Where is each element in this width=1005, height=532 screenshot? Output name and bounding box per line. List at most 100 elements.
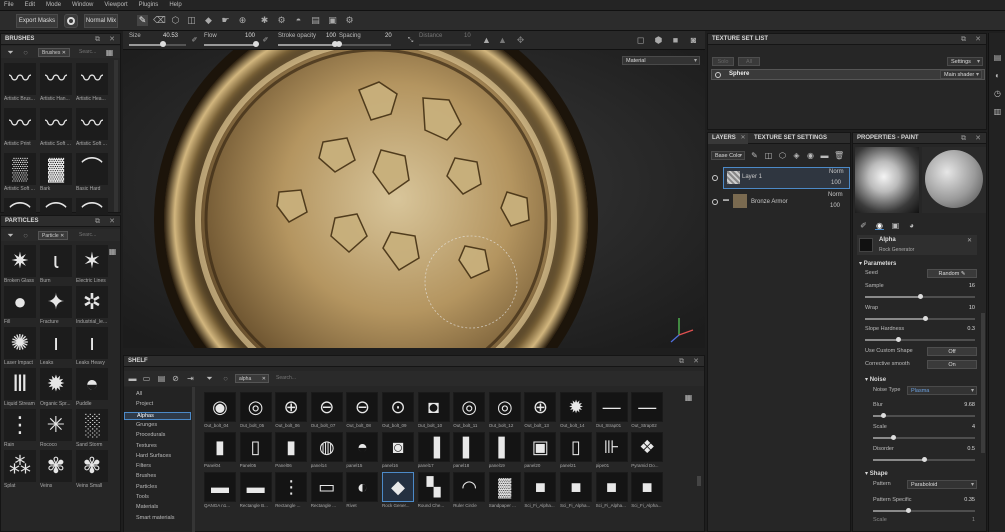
particle-item[interactable]: ı Leaks Heavy (76, 327, 108, 371)
particles-filter-icon[interactable]: ⏷ (6, 231, 15, 240)
shelf-item[interactable]: ▬ QANGA n1... (204, 472, 236, 511)
shelf-item[interactable]: ◠ Ruler Circle (453, 472, 486, 511)
shelf-item[interactable]: ◎ Out_bolt_05 (239, 392, 272, 431)
particle-item[interactable]: ✲ Industrial_le... (76, 286, 108, 330)
particle-item[interactable]: ✹ Organic Spr... (40, 368, 72, 412)
color-picker-icon[interactable]: ✱ (259, 15, 270, 26)
brush-item[interactable]: ▒ Artistic Soft ... (4, 153, 36, 197)
shelf-item[interactable]: ⊕ Out_bolt_13 (524, 392, 557, 431)
particle-item[interactable]: ⁂ Splat (4, 450, 36, 494)
normal-mix-button[interactable]: Normal Mix (84, 14, 118, 28)
flow-pressure-icon[interactable]: ✐ (260, 35, 271, 46)
alpha-tab-icon[interactable]: ◉ (875, 221, 884, 230)
texture-set-shader-select[interactable]: Main shader (940, 70, 982, 79)
brushes-float-icon[interactable]: ⧉ (95, 34, 100, 45)
shelf-category-item[interactable]: Filters (136, 463, 151, 469)
properties-scrollbar[interactable] (981, 313, 985, 453)
export-masks-button[interactable]: Export Masks (16, 14, 58, 28)
shelf-item[interactable]: ◎ Out_bolt_12 (488, 392, 521, 431)
shelf-category-scrollbar[interactable] (192, 387, 195, 532)
layer-row-2[interactable]: ▬ Bronze Armor Norm 100 (723, 191, 850, 213)
all-button[interactable]: All (738, 57, 760, 66)
shelf-item[interactable]: — Out_Strap02 (631, 392, 664, 431)
menu-plugins[interactable]: Plugins (139, 2, 159, 8)
slider-handle[interactable] (917, 294, 923, 299)
shelf-grid-view-icon[interactable]: ▦ (684, 393, 693, 402)
clone-icon[interactable]: ⊕ (237, 15, 248, 26)
particle-item[interactable]: ✦ Fracture (40, 286, 72, 330)
shelf-item[interactable]: ▯ panel21 (560, 432, 592, 471)
blur-slider[interactable] (873, 413, 975, 419)
pattern-specific-slider[interactable] (873, 508, 975, 514)
shelf-float-icon[interactable]: ⧉ (679, 356, 684, 367)
shelf-item[interactable]: ▣ panel20 (524, 432, 557, 471)
stroke-opacity-value[interactable]: 100 (326, 33, 336, 39)
brushes-tag-filter[interactable]: Brushes ✕ (38, 48, 70, 57)
scale-value[interactable]: 4 (953, 424, 975, 430)
brushes-grid-view-icon[interactable]: ▦ (105, 48, 114, 57)
log-dock-icon[interactable]: ▥ (993, 107, 1002, 116)
menu-window[interactable]: Window (72, 2, 93, 8)
slider-handle[interactable] (895, 337, 901, 342)
shelf-item[interactable]: ⊪ pipe01 (595, 432, 628, 471)
layer-2-blend-mode[interactable]: Norm (828, 192, 843, 198)
brush-item[interactable]: 〰 Artistic Brus... (4, 63, 36, 107)
particle-item[interactable]: ✺ Laser Impact (4, 327, 36, 371)
shelf-category-item[interactable]: Project (136, 401, 153, 407)
shelf-category-item[interactable]: Particles (136, 484, 157, 490)
eraser-icon[interactable]: ⌫ (153, 15, 166, 26)
spacing-slider[interactable] (339, 44, 391, 46)
particles-grid-view-icon[interactable]: ▦ (108, 247, 117, 256)
view-2d-icon[interactable]: ◻ (635, 35, 646, 46)
noise-section[interactable]: ▾ Noise (865, 376, 886, 383)
particle-item[interactable]: ✾ Veins (40, 450, 72, 494)
shelf-category-item[interactable]: Brushes (136, 473, 156, 479)
size-slider-handle[interactable] (160, 41, 167, 47)
noise-type-select[interactable]: Plasma (907, 386, 977, 395)
brush-item[interactable]: ⌒ Basic Hard (76, 153, 108, 197)
shelf-item[interactable]: ⊖ Out_bolt_08 (346, 392, 379, 431)
symmetry-x-icon[interactable]: ▲ (481, 35, 492, 46)
sample-value[interactable]: 16 (953, 283, 975, 289)
layer-2-opacity[interactable]: 100 (830, 203, 840, 209)
symmetry-icon[interactable]: ⚙ (276, 15, 287, 26)
slope-hardness-value[interactable]: 0.3 (953, 326, 975, 332)
brushes-clear-filter-icon[interactable]: ○ (21, 48, 30, 57)
add-effect-icon[interactable]: ✎ (750, 151, 759, 160)
shelf-close-icon[interactable]: ✕ (693, 356, 699, 367)
slope-hardness-slider[interactable] (865, 337, 975, 343)
particle-item[interactable]: ◓ Puddle (76, 368, 108, 412)
distance-slider[interactable] (419, 44, 471, 46)
polygon-fill-icon[interactable]: ◆ (203, 15, 214, 26)
display-settings-dock-icon[interactable]: ◐ (993, 71, 1002, 80)
shelf-item[interactable]: ⊖ Out_bolt_07 (310, 392, 343, 431)
disorder-value[interactable]: 0.5 (953, 446, 975, 452)
texture-set-list-dock-icon[interactable]: ▤ (993, 53, 1002, 62)
brush-item[interactable]: ▓ Bark (40, 153, 72, 197)
shelf-item[interactable]: ◆ Rock Gener... (382, 472, 414, 511)
shelf-item[interactable]: ▯ Panel05 (239, 432, 272, 471)
shelf-clear-filter-icon[interactable]: ○ (221, 374, 230, 383)
settings-gear-icon[interactable]: ⚙ (344, 15, 355, 26)
brush-item[interactable]: 〰 Artistic Hea... (76, 63, 108, 107)
slider-handle[interactable] (921, 457, 927, 462)
tab-texture-set-settings[interactable]: TEXTURE SET SETTINGS (754, 133, 827, 144)
shelf-item[interactable]: ■ Sci_Fi_Alpha... (524, 472, 557, 511)
size-value[interactable]: 40.53 (163, 33, 178, 39)
alpha-slot[interactable]: Alpha Rock Generator ✕ (857, 235, 977, 255)
shelf-category-item[interactable]: All (136, 391, 142, 397)
shelf-item[interactable]: ■ Sci_Fi_Alpha... (595, 472, 628, 511)
new-folder-icon[interactable]: ▬ (128, 374, 137, 383)
shape-scale-value[interactable]: 1 (953, 517, 975, 523)
particle-item[interactable]: ✶ Electric Lines (76, 245, 108, 289)
hide-icon[interactable]: ⊘ (171, 374, 180, 383)
menu-edit[interactable]: Edit (25, 2, 35, 8)
alpha-remove-icon[interactable]: ✕ (967, 237, 972, 244)
lazy-mouse-icon[interactable]: ◓ (293, 15, 304, 26)
particles-search-input[interactable]: Searc... (79, 231, 96, 240)
projection-icon[interactable]: ⬡ (170, 15, 181, 26)
brush-tab-icon[interactable]: ✐ (859, 221, 868, 230)
blur-value[interactable]: 9.68 (953, 402, 975, 408)
spacing-slider-handle[interactable] (336, 41, 342, 47)
geometry-mask-icon[interactable]: ◫ (186, 15, 197, 26)
